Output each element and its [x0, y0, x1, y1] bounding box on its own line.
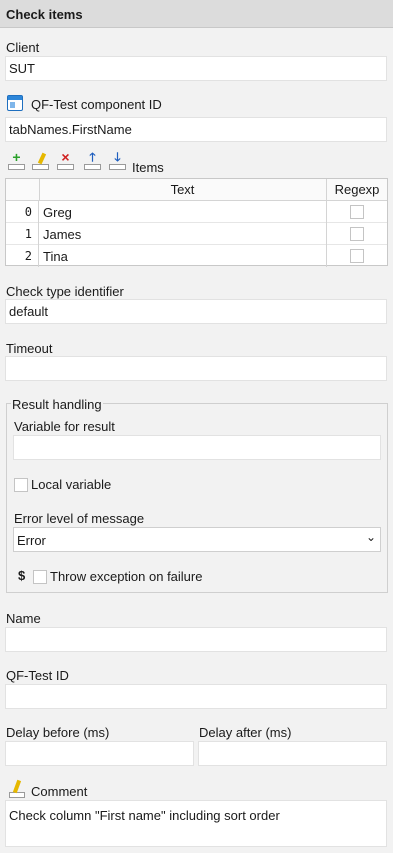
panel-title: Check items: [0, 0, 393, 28]
throw-exception-label[interactable]: Throw exception on failure: [50, 569, 202, 584]
remove-item-icon[interactable]: ×: [57, 150, 74, 170]
items-label: Items: [132, 160, 164, 175]
qftest-id-field[interactable]: [5, 684, 387, 709]
local-variable-label[interactable]: Local variable: [31, 477, 111, 492]
component-id-label: QF-Test component ID: [31, 97, 162, 112]
error-level-value: Error: [17, 533, 46, 548]
check-type-label: Check type identifier: [6, 284, 124, 299]
table-row[interactable]: 2 Tina: [6, 245, 387, 267]
variable-for-result-field[interactable]: [13, 435, 381, 460]
name-field[interactable]: [5, 627, 387, 652]
comment-textarea[interactable]: Check column "First name" including sort…: [5, 800, 387, 847]
row-index: 1: [6, 223, 39, 245]
client-field[interactable]: SUT: [5, 56, 387, 81]
regexp-checkbox[interactable]: [350, 227, 364, 241]
items-table[interactable]: Text Regexp 0 Greg 1 James 2 Tina: [5, 178, 388, 267]
row-text[interactable]: Greg: [43, 205, 72, 220]
column-header-regexp[interactable]: Regexp: [326, 179, 387, 200]
delay-before-field[interactable]: [5, 741, 194, 766]
delay-after-label: Delay after (ms): [199, 725, 292, 740]
variable-dollar-icon[interactable]: $: [18, 568, 25, 583]
table-header: Text Regexp: [6, 179, 387, 201]
delay-after-field[interactable]: [198, 741, 387, 766]
row-text[interactable]: Tina: [43, 249, 68, 264]
add-item-icon[interactable]: +: [8, 150, 25, 170]
local-variable-checkbox[interactable]: [14, 478, 28, 492]
row-index: 0: [6, 201, 39, 223]
column-header-text[interactable]: Text: [40, 182, 325, 197]
result-handling-title: Result handling: [11, 397, 103, 412]
row-index: 2: [6, 245, 39, 267]
timeout-label: Timeout: [6, 341, 53, 356]
variable-for-result-label: Variable for result: [14, 419, 115, 434]
check-type-field[interactable]: default: [5, 299, 387, 324]
throw-exception-checkbox[interactable]: [33, 570, 47, 584]
error-level-select[interactable]: Error ⌄: [13, 527, 381, 552]
table-row[interactable]: 0 Greg: [6, 201, 387, 223]
edit-item-icon[interactable]: [32, 152, 49, 170]
error-level-label: Error level of message: [14, 511, 145, 526]
move-down-icon[interactable]: 🡓: [109, 150, 126, 170]
name-label: Name: [6, 611, 41, 626]
regexp-checkbox[interactable]: [350, 249, 364, 263]
move-up-icon[interactable]: 🡑: [84, 150, 101, 170]
delay-before-label: Delay before (ms): [6, 725, 110, 740]
qftest-id-label: QF-Test ID: [6, 668, 69, 683]
pencil-icon: [9, 779, 25, 798]
client-label: Client: [6, 40, 40, 55]
component-id-icon[interactable]: [7, 95, 23, 111]
comment-label: Comment: [31, 784, 88, 799]
regexp-checkbox[interactable]: [350, 205, 364, 219]
component-id-field[interactable]: tabNames.FirstName: [5, 117, 387, 142]
chevron-down-icon: ⌄: [365, 530, 376, 544]
table-row[interactable]: 1 James: [6, 223, 387, 245]
timeout-field[interactable]: [5, 356, 387, 381]
row-text[interactable]: James: [43, 227, 81, 242]
